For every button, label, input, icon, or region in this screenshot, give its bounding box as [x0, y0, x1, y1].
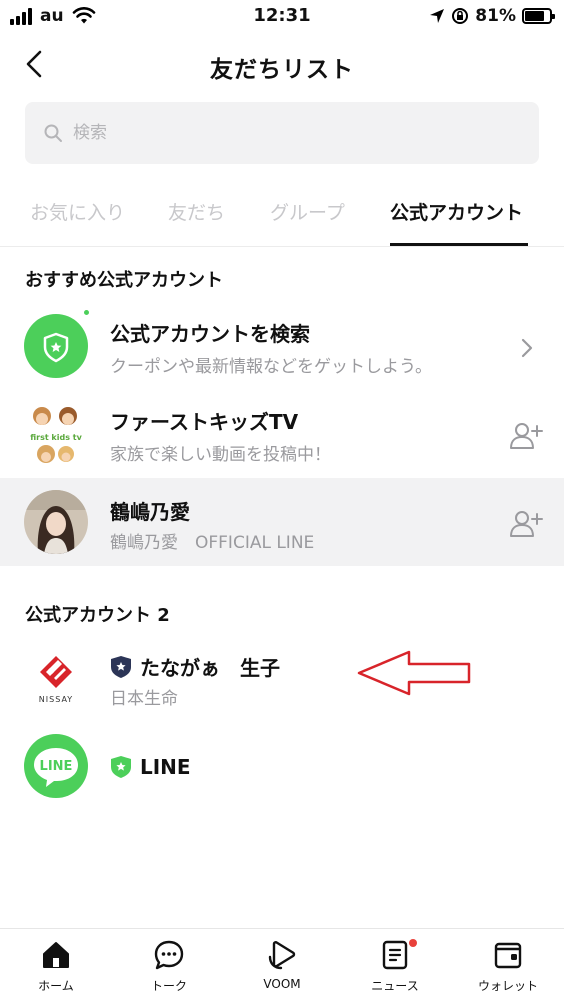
active-tab-indicator — [390, 243, 528, 246]
search-icon — [44, 124, 62, 142]
news-notification-dot — [409, 939, 417, 947]
nissay-logo-text: NISSAY — [39, 695, 73, 704]
tab-groups[interactable]: グループ — [270, 198, 345, 225]
kids-logo-image: first kids tv — [30, 407, 83, 463]
add-friend-icon — [510, 423, 543, 449]
bottom-navigation: ホーム トーク VOOM ニュース ウォレット — [0, 928, 564, 1003]
nav-label: トーク — [150, 979, 187, 993]
voom-icon — [268, 941, 296, 970]
list-item-title: 鶴嶋乃愛 — [110, 500, 190, 524]
list-item-title: ファーストキッズTV — [110, 410, 299, 434]
list-item-title: LINE — [140, 755, 191, 779]
battery-icon — [522, 8, 555, 24]
first-kids-tv-avatar: first kids tv — [24, 402, 88, 466]
list-item-tsurushima-noa[interactable]: 鶴嶋乃愛 鶴嶋乃愛 OFFICIAL LINE — [0, 478, 564, 566]
list-item-title: 公式アカウントを検索 — [110, 322, 310, 346]
page-title: 友だちリスト — [210, 57, 354, 83]
nissay-logo-avatar: NISSAY — [24, 646, 88, 710]
kids-logo-text: first kids tv — [30, 433, 82, 442]
open-button[interactable] — [506, 330, 546, 366]
chevron-left-icon — [26, 50, 42, 78]
tsurushima-noa-avatar — [24, 490, 88, 554]
chat-icon — [154, 940, 184, 970]
nav-talk[interactable]: トーク — [119, 937, 219, 994]
nav-label: ウォレット — [477, 979, 538, 993]
list-item-subtitle: 鶴嶋乃愛 OFFICIAL LINE — [110, 533, 315, 553]
new-indicator-dot — [82, 308, 91, 317]
location-arrow-icon — [430, 9, 445, 23]
search-input[interactable] — [73, 123, 503, 143]
recommended-section-title: おすすめ公式アカウント — [25, 270, 223, 291]
nav-wallet[interactable]: ウォレット — [458, 937, 558, 994]
nav-home[interactable]: ホーム — [6, 937, 106, 994]
tab-friends[interactable]: 友だち — [168, 198, 225, 225]
nav-voom[interactable]: VOOM — [232, 937, 332, 991]
navy-shield-icon — [111, 655, 131, 678]
official-accounts-section-title: 公式アカウント 2 — [25, 605, 170, 626]
list-item-nissay[interactable]: NISSAY たながぁ 生子 日本生命 — [0, 636, 564, 724]
home-icon — [43, 942, 69, 968]
rotation-lock-icon — [452, 8, 469, 24]
add-friend-button[interactable] — [506, 506, 546, 542]
list-item-title: たながぁ 生子 — [140, 656, 280, 680]
line-logo-avatar: LINE — [24, 734, 88, 798]
nav-news[interactable]: ニュース — [345, 937, 445, 994]
annotation-arrow — [357, 650, 471, 696]
green-shield-icon — [111, 756, 131, 778]
header: 友だちリスト — [0, 34, 564, 94]
search-bar[interactable] — [25, 102, 539, 164]
chevron-right-icon — [521, 338, 533, 358]
back-button[interactable] — [18, 46, 54, 82]
add-friend-icon — [510, 511, 543, 537]
nav-label: ホーム — [38, 979, 74, 993]
nissay-logo-image: NISSAY — [39, 656, 73, 704]
wallet-icon — [494, 942, 522, 969]
news-icon — [382, 940, 408, 970]
list-item-first-kids-tv[interactable]: first kids tv ファーストキッズTV 家族で楽しい動画を投稿中！ — [0, 390, 564, 478]
add-friend-button[interactable] — [506, 418, 546, 454]
nav-label: VOOM — [263, 977, 301, 991]
battery-percent: 81% — [475, 6, 516, 26]
list-item-subtitle: 日本生命 — [110, 689, 178, 709]
list-item-subtitle: クーポンや最新情報などをゲットしよう。 — [110, 357, 432, 377]
official-search-avatar — [24, 314, 88, 378]
nav-label: ニュース — [371, 979, 419, 993]
line-logo-image: LINE — [34, 748, 78, 787]
tab-official-accounts[interactable]: 公式アカウント — [390, 198, 523, 225]
status-bar: au 12:31 81% — [0, 0, 564, 34]
line-logo-text: LINE — [40, 759, 73, 774]
list-item-line[interactable]: LINE LINE — [0, 724, 564, 812]
tab-favorites[interactable]: お気に入り — [30, 198, 125, 225]
shield-star-icon — [43, 332, 69, 363]
list-item-subtitle: 家族で楽しい動画を投稿中！ — [110, 445, 331, 465]
tab-bar: お気に入り 友だち グループ 公式アカウント — [0, 178, 564, 247]
